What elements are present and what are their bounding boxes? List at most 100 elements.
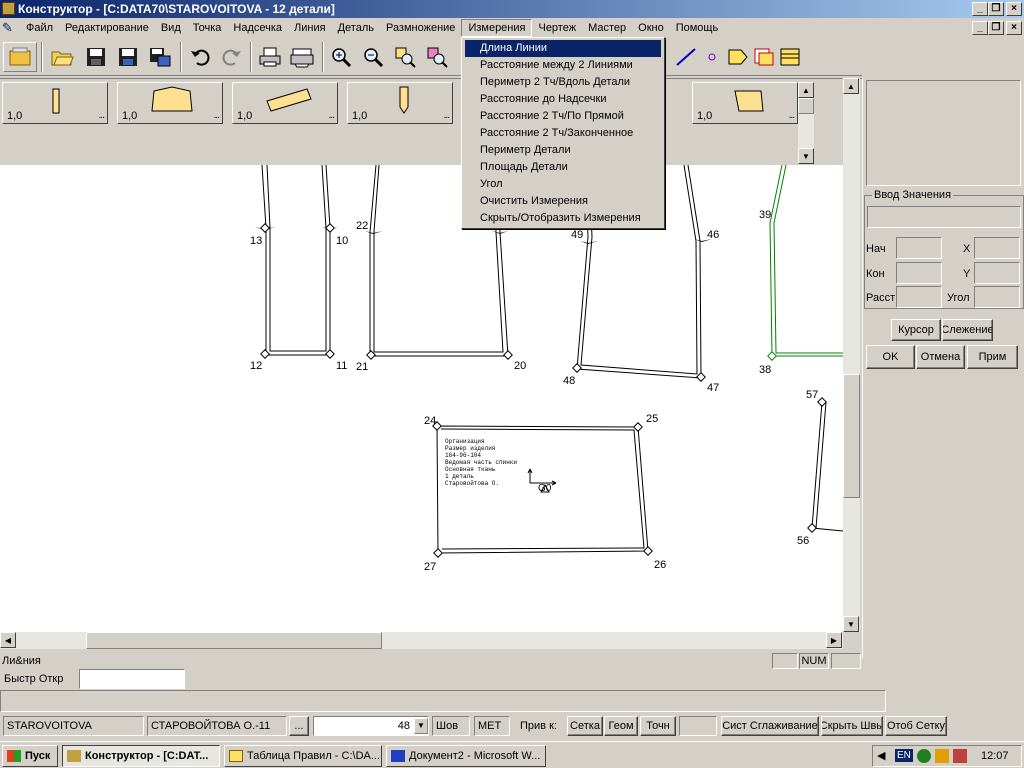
snap-grid-button[interactable]: Сетка	[567, 716, 603, 736]
print-icon[interactable]	[256, 42, 284, 72]
scroll-down-icon[interactable]: ▼	[798, 148, 814, 164]
scroll-up-icon[interactable]: ▲	[798, 82, 814, 98]
window-title: Конструктор - [C:DATA70\STAROVOITOVA - 1…	[18, 2, 335, 16]
doc-restore-icon[interactable]: ❐	[988, 21, 1004, 35]
doc-minimize-icon[interactable]: _	[972, 21, 988, 35]
language-indicator[interactable]: EN	[895, 749, 913, 762]
piece-tool-icon[interactable]	[724, 42, 752, 72]
menu-notch[interactable]: Надсечка	[227, 19, 288, 37]
point-label: 22	[356, 220, 368, 232]
menu-file[interactable]: Файл	[20, 19, 59, 37]
scroll-right-icon[interactable]: ▶	[826, 632, 842, 648]
start-field[interactable]	[896, 237, 942, 259]
scroll-left-icon[interactable]: ◀	[0, 632, 16, 648]
menu-help[interactable]: Помощь	[670, 19, 725, 37]
scroll-down-icon[interactable]: ▼	[843, 616, 859, 632]
value-input[interactable]	[867, 206, 1021, 228]
tray-app-icon[interactable]	[953, 749, 967, 763]
redo-icon[interactable]	[218, 42, 246, 72]
table-tool-icon[interactable]	[776, 42, 804, 72]
tray-app-icon[interactable]	[935, 749, 949, 763]
speaker-icon[interactable]: ◀	[877, 749, 885, 762]
menu-edit[interactable]: Редактирование	[59, 19, 155, 37]
menu-wizard[interactable]: Мастер	[582, 19, 632, 37]
plot-icon[interactable]	[288, 42, 316, 72]
piece-thumbnail[interactable]: 1,0 ...	[347, 82, 453, 124]
piece-thumbnail[interactable]: 1,0 ...	[232, 82, 338, 124]
x-field[interactable]	[974, 237, 1020, 259]
piece-thumbnail[interactable]: 1,0 ...	[692, 82, 798, 124]
point-tool-icon[interactable]	[698, 42, 726, 72]
zoom-fit-icon[interactable]	[424, 42, 452, 72]
browse-button[interactable]: ...	[289, 716, 309, 736]
line-tool-icon[interactable]	[672, 42, 700, 72]
angle-field[interactable]	[974, 286, 1020, 308]
open-folder-icon[interactable]	[48, 42, 76, 72]
cursor-button[interactable]: Курсор	[891, 319, 941, 341]
menu-line[interactable]: Линия	[288, 19, 332, 37]
menu-item-perimeter-along-piece[interactable]: Периметр 2 Тч/Вдоль Детали	[465, 74, 661, 91]
end-field[interactable]	[896, 262, 942, 284]
smoothing-button[interactable]: Сист Сглаживание	[721, 716, 819, 736]
start-label: Нач	[866, 243, 886, 255]
piece-bar-scrollbar[interactable]: ▲ ▼	[798, 82, 814, 164]
menu-grading[interactable]: Размножение	[380, 19, 461, 37]
menu-view[interactable]: Вид	[155, 19, 187, 37]
scroll-up-icon[interactable]: ▲	[843, 78, 859, 94]
save-network-icon[interactable]	[146, 42, 174, 72]
menu-item-distance-finished[interactable]: Расстояние 2 Тч/Законченное	[465, 125, 661, 142]
menu-drawing[interactable]: Чертеж	[532, 19, 582, 37]
doc-icon[interactable]: ✎	[2, 20, 20, 36]
snap-geom-button[interactable]: Геом	[604, 716, 638, 736]
undo-icon[interactable]	[186, 42, 214, 72]
cancel-button[interactable]: Отмена	[916, 345, 965, 369]
taskbar-item[interactable]: Документ2 - Microsoft W...	[386, 745, 546, 767]
taskbar-item[interactable]: Конструктор - [C:DAT...	[62, 745, 220, 767]
taskbar-item[interactable]: Таблица Правил - C:\DA...	[224, 745, 382, 767]
horizontal-scrollbar[interactable]: ◀ ▶	[0, 632, 843, 649]
zoom-in-icon[interactable]	[328, 42, 356, 72]
show-grid-button[interactable]: Отоб Сетку	[885, 716, 947, 736]
apply-button[interactable]: Прим	[967, 345, 1018, 369]
menu-item-distance-two-lines[interactable]: Расстояние между 2 Линиями	[465, 57, 661, 74]
ok-button[interactable]: OK	[866, 345, 915, 369]
menu-window[interactable]: Окно	[632, 19, 670, 37]
piece-thumbnail[interactable]: 1,0 ...	[2, 82, 108, 124]
quick-open-input[interactable]	[79, 669, 185, 689]
scroll-thumb[interactable]	[86, 632, 382, 649]
y-field[interactable]	[974, 262, 1020, 284]
save-as-icon[interactable]	[114, 42, 142, 72]
catalog-icon[interactable]	[3, 42, 37, 72]
menu-item-clear-measurements[interactable]: Очистить Измерения	[465, 193, 661, 210]
menu-item-piece-perimeter[interactable]: Периметр Детали	[465, 142, 661, 159]
doc-close-icon[interactable]: ×	[1006, 21, 1022, 35]
dist-field[interactable]	[896, 286, 942, 308]
menu-item-angle[interactable]: Угол	[465, 176, 661, 193]
menu-item-distance-to-notch[interactable]: Расстояние до Надсечки	[465, 91, 661, 108]
layers-tool-icon[interactable]	[750, 42, 778, 72]
scroll-thumb[interactable]	[843, 374, 860, 498]
menu-item-toggle-measurements[interactable]: Скрыть/Отобразить Измерения	[465, 210, 661, 227]
drawing-canvas[interactable]: G0 13 10 22 12 11 21 20 49 46 39 48 47 3…	[0, 165, 843, 632]
snap-points-button[interactable]: Точн	[640, 716, 676, 736]
menu-measure[interactable]: Измерения	[461, 19, 533, 37]
piece-thumbnail[interactable]: 1,0 ...	[117, 82, 223, 124]
restore-icon[interactable]: ❐	[988, 2, 1004, 16]
chevron-down-icon[interactable]: ▼	[414, 718, 428, 734]
size-select[interactable]: 48	[313, 716, 429, 736]
hide-seam-button[interactable]: Скрыть Швы	[821, 716, 883, 736]
menu-item-piece-area[interactable]: Площадь Детали	[465, 159, 661, 176]
save-icon[interactable]	[82, 42, 110, 72]
menu-piece[interactable]: Деталь	[332, 19, 380, 37]
close-icon[interactable]: ×	[1006, 2, 1022, 16]
menu-item-distance-straight[interactable]: Расстояние 2 Тч/По Прямой	[465, 108, 661, 125]
menu-item-line-length[interactable]: Длина Линии	[465, 40, 661, 57]
vertical-scrollbar[interactable]: ▲ ▼	[843, 78, 860, 632]
tray-app-icon[interactable]	[917, 749, 931, 763]
follow-button[interactable]: Слежение	[942, 319, 993, 341]
zoom-out-icon[interactable]	[360, 42, 388, 72]
minimize-icon[interactable]: _	[972, 2, 988, 16]
zoom-window-icon[interactable]	[392, 42, 420, 72]
menu-point[interactable]: Точка	[187, 19, 228, 37]
start-button[interactable]: Пуск	[2, 745, 58, 767]
